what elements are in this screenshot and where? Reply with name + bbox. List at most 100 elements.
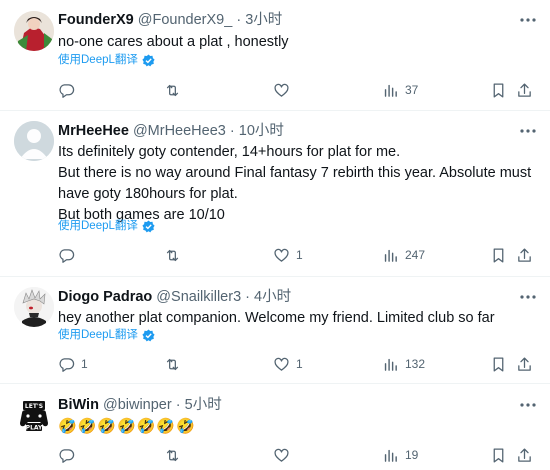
deepl-badge-icon bbox=[142, 54, 155, 67]
avatar[interactable] bbox=[14, 11, 54, 51]
reply-count: 1 bbox=[81, 357, 88, 371]
separator: · bbox=[236, 12, 242, 28]
share-icon bbox=[516, 247, 533, 264]
retweet-button[interactable] bbox=[164, 354, 187, 374]
user-handle[interactable]: @MrHeeHee3 bbox=[133, 123, 226, 139]
timestamp[interactable]: 3小时 bbox=[245, 12, 282, 28]
heart-icon bbox=[273, 247, 290, 264]
retweet-icon bbox=[164, 82, 181, 99]
translate-label[interactable]: 使用DeepL翻译 bbox=[58, 219, 138, 233]
tweet-header: FounderX9 @FounderX9_ · 3小时 bbox=[58, 11, 282, 29]
views-icon bbox=[382, 82, 399, 99]
views-icon bbox=[382, 247, 399, 264]
tweet-text-line: But there is no way around Final fantasy… bbox=[58, 165, 532, 181]
reply-button[interactable]: 1 bbox=[58, 354, 88, 374]
translate-label[interactable]: 使用DeepL翻译 bbox=[58, 328, 138, 342]
retweet-button[interactable] bbox=[164, 445, 187, 465]
like-button[interactable] bbox=[273, 80, 296, 100]
more-icon[interactable] bbox=[518, 125, 538, 143]
tweet-3[interactable]: Diogo Padrao @Snailkiller3 · 4小时 hey ano… bbox=[0, 277, 550, 384]
avatar[interactable] bbox=[14, 121, 54, 161]
heart-icon bbox=[273, 356, 290, 373]
user-handle[interactable]: @FounderX9_ bbox=[138, 12, 233, 28]
translate-link[interactable]: 使用DeepL翻译 bbox=[58, 219, 155, 233]
views-count: 132 bbox=[405, 357, 426, 371]
like-button[interactable]: 1 bbox=[273, 245, 303, 265]
retweet-button[interactable] bbox=[164, 80, 187, 100]
avatar[interactable] bbox=[14, 287, 54, 327]
deepl-badge-icon bbox=[142, 329, 155, 342]
retweet-button[interactable] bbox=[164, 245, 187, 265]
display-name[interactable]: FounderX9 bbox=[58, 12, 134, 28]
more-icon[interactable] bbox=[518, 14, 538, 32]
avatar[interactable]: LET'S PLAY bbox=[14, 396, 54, 436]
tweet-text: hey another plat companion. Welcome my f… bbox=[58, 308, 534, 329]
bookmark-icon bbox=[490, 82, 507, 99]
retweet-icon bbox=[164, 247, 181, 264]
action-bar: 37 bbox=[58, 80, 540, 100]
bookmark-icon bbox=[490, 447, 507, 464]
like-count: 1 bbox=[296, 248, 303, 262]
tweet-text-line: have goty 180hours for plat. bbox=[58, 186, 238, 202]
translate-link[interactable]: 使用DeepL翻译 bbox=[58, 328, 155, 342]
separator: · bbox=[229, 123, 235, 139]
display-name[interactable]: BiWin bbox=[58, 397, 99, 413]
user-handle[interactable]: @Snailkiller3 bbox=[156, 289, 241, 305]
more-icon[interactable] bbox=[518, 291, 538, 309]
timestamp[interactable]: 10小时 bbox=[239, 123, 284, 139]
timestamp[interactable]: 5小时 bbox=[185, 397, 222, 413]
share-button[interactable] bbox=[516, 245, 533, 265]
share-button[interactable] bbox=[516, 354, 533, 374]
tweet-header: Diogo Padrao @Snailkiller3 · 4小时 bbox=[58, 288, 291, 306]
action-bar: 19 bbox=[58, 445, 540, 465]
bookmark-button[interactable] bbox=[490, 245, 507, 265]
tweet-text-line: no-one cares about a plat , honestly bbox=[58, 34, 289, 50]
bookmark-icon bbox=[490, 356, 507, 373]
translate-label[interactable]: 使用DeepL翻译 bbox=[58, 53, 138, 67]
separator: · bbox=[245, 289, 251, 305]
tweet-2[interactable]: MrHeeHee @MrHeeHee3 · 10小时 Its definitel… bbox=[0, 111, 550, 277]
bookmark-button[interactable] bbox=[490, 80, 507, 100]
tweet-4[interactable]: LET'S PLAY BiWin @biwinper · 5小时 🤣🤣🤣🤣🤣🤣🤣 bbox=[0, 384, 550, 470]
reply-button[interactable] bbox=[58, 445, 81, 465]
reply-button[interactable] bbox=[58, 80, 81, 100]
like-button[interactable]: 1 bbox=[273, 354, 303, 374]
more-icon[interactable] bbox=[518, 399, 538, 417]
avatar-text-lets: LET'S bbox=[25, 403, 43, 410]
views-button[interactable]: 247 bbox=[382, 245, 425, 265]
reply-button[interactable] bbox=[58, 245, 81, 265]
heart-icon bbox=[273, 447, 290, 464]
user-handle[interactable]: @biwinper bbox=[103, 397, 172, 413]
reply-icon bbox=[58, 447, 75, 464]
like-button[interactable] bbox=[273, 445, 296, 465]
bookmark-icon bbox=[490, 247, 507, 264]
display-name[interactable]: MrHeeHee bbox=[58, 123, 129, 139]
timestamp[interactable]: 4小时 bbox=[254, 289, 291, 305]
tweet-text: no-one cares about a plat , honestly bbox=[58, 32, 534, 53]
heart-icon bbox=[273, 82, 290, 99]
reply-icon bbox=[58, 247, 75, 264]
views-icon bbox=[382, 447, 399, 464]
views-count: 19 bbox=[405, 448, 419, 462]
avatar-text-play: PLAY bbox=[26, 425, 43, 432]
tweet-text-line: hey another plat companion. Welcome my f… bbox=[58, 310, 495, 326]
action-bar: 1 1 132 bbox=[58, 354, 540, 374]
reply-icon bbox=[58, 356, 75, 373]
share-button[interactable] bbox=[516, 445, 533, 465]
retweet-icon bbox=[164, 356, 181, 373]
action-bar: 1 247 bbox=[58, 245, 540, 265]
share-icon bbox=[516, 82, 533, 99]
translate-link[interactable]: 使用DeepL翻译 bbox=[58, 53, 155, 67]
display-name[interactable]: Diogo Padrao bbox=[58, 289, 152, 305]
views-button[interactable]: 37 bbox=[382, 80, 418, 100]
tweet-header: MrHeeHee @MrHeeHee3 · 10小时 bbox=[58, 122, 284, 140]
share-icon bbox=[516, 356, 533, 373]
retweet-icon bbox=[164, 447, 181, 464]
views-button[interactable]: 132 bbox=[382, 354, 425, 374]
bookmark-button[interactable] bbox=[490, 445, 507, 465]
tweet-1[interactable]: FounderX9 @FounderX9_ · 3小时 no-one cares… bbox=[0, 0, 550, 111]
tweet-text-line: Its definitely goty contender, 14+hours … bbox=[58, 144, 401, 160]
share-button[interactable] bbox=[516, 80, 533, 100]
views-button[interactable]: 19 bbox=[382, 445, 418, 465]
bookmark-button[interactable] bbox=[490, 354, 507, 374]
